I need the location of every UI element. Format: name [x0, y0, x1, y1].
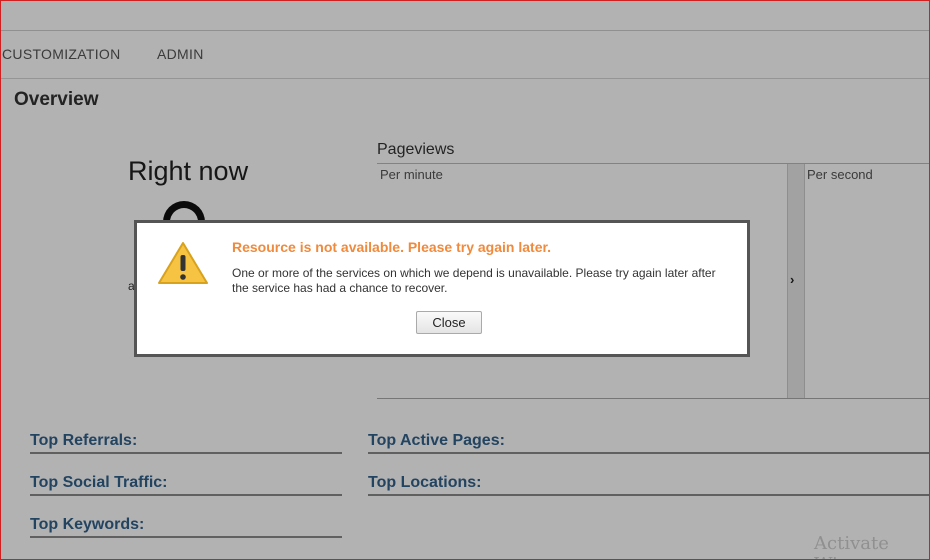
- close-button[interactable]: Close: [416, 311, 482, 334]
- dialog-message: One or more of the services on which we …: [232, 266, 716, 295]
- warning-icon: [158, 242, 208, 284]
- app-window: CUSTOMIZATION ADMIN Overview Right now a…: [0, 0, 930, 560]
- dialog-title: Resource is not available. Please try ag…: [232, 239, 552, 255]
- error-dialog: Resource is not available. Please try ag…: [134, 220, 750, 357]
